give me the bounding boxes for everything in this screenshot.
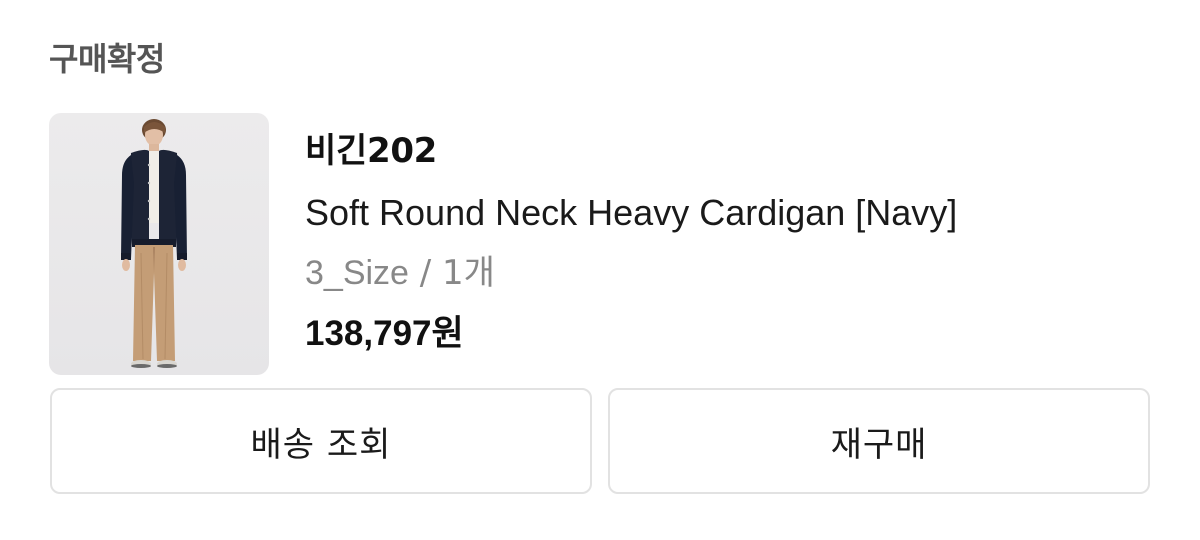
option-size: 3_Size [305, 254, 409, 292]
product-price: 138,797원 [305, 311, 464, 357]
option-quantity: 1개 [442, 253, 495, 293]
option-separator: / [408, 253, 443, 293]
product-photo-illustration [121, 119, 187, 368]
order-item-card: 비긴202 Soft Round Neck Heavy Cardigan [Na… [49, 113, 1151, 375]
product-name[interactable]: Soft Round Neck Heavy Cardigan [Navy] [305, 190, 957, 236]
rebuy-button[interactable]: 재구매 [608, 388, 1150, 494]
price-number: 138,797 [305, 314, 432, 353]
track-delivery-button[interactable]: 배송 조회 [50, 388, 592, 494]
brand-name[interactable]: 비긴202 [305, 129, 437, 173]
product-image[interactable] [49, 113, 269, 375]
order-status-title: 구매확정 [49, 40, 165, 78]
price-unit: 원 [431, 314, 464, 354]
product-option: 3_Size / 1개 [305, 251, 495, 295]
